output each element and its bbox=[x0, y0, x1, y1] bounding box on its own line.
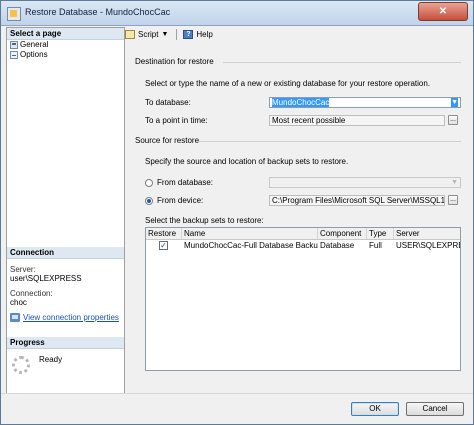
column-header-type[interactable]: Type bbox=[367, 228, 394, 239]
options-page-icon bbox=[10, 51, 18, 59]
destination-group-divider bbox=[223, 62, 461, 63]
restore-checkbox[interactable]: ✓ bbox=[159, 241, 168, 250]
chevron-down-icon: ▼ bbox=[451, 98, 458, 107]
column-header-name[interactable]: Name bbox=[182, 228, 318, 239]
help-button[interactable]: ? Help bbox=[183, 29, 213, 39]
sidebar-item-options[interactable]: Options bbox=[7, 50, 124, 60]
from-device-radio[interactable] bbox=[145, 197, 153, 205]
sidebar-item-general[interactable]: General bbox=[7, 40, 124, 50]
progress-spinner-icon bbox=[12, 356, 30, 374]
from-device-field: C:\Program Files\Microsoft SQL Server\MS… bbox=[269, 195, 445, 206]
backup-sets-label: Select the backup sets to restore: bbox=[145, 216, 264, 225]
row-component: Database bbox=[320, 241, 355, 250]
connection-properties-icon bbox=[10, 313, 20, 322]
sidebar-item-label: Options bbox=[20, 50, 48, 59]
help-icon: ? bbox=[183, 29, 194, 39]
destination-description: Select or type the name of a new or exis… bbox=[145, 79, 431, 88]
source-group-divider bbox=[197, 141, 461, 142]
window-title: Restore Database - MundoChocCac bbox=[25, 7, 171, 17]
from-device-value: C:\Program Files\Microsoft SQL Server\MS… bbox=[272, 196, 445, 205]
title-bar[interactable]: Restore Database - MundoChocCac ✕ bbox=[1, 1, 473, 26]
close-button[interactable]: ✕ bbox=[418, 2, 468, 21]
backup-sets-grid[interactable]: Restore Name Component Type Server ✓ Mun… bbox=[145, 227, 461, 371]
progress-section: Progress Ready bbox=[7, 337, 124, 389]
to-database-label: To database: bbox=[145, 98, 191, 107]
script-icon bbox=[125, 29, 135, 39]
server-label: Server: bbox=[10, 265, 36, 274]
cancel-button[interactable]: Cancel bbox=[406, 402, 464, 416]
column-header-component[interactable]: Component bbox=[318, 228, 367, 239]
source-description: Specify the source and location of backu… bbox=[145, 157, 349, 166]
script-label: Script bbox=[138, 29, 159, 39]
row-name: MundoChocCac-Full Database Backup bbox=[184, 241, 318, 250]
point-in-time-value: Most recent possible bbox=[272, 116, 346, 125]
to-database-value: MundoChocCac bbox=[272, 98, 330, 107]
toolbar: Script ▼ ? Help bbox=[125, 27, 468, 41]
column-header-restore[interactable]: Restore bbox=[146, 228, 182, 239]
general-page-icon bbox=[10, 41, 18, 49]
select-page-header: Select a page bbox=[7, 28, 124, 40]
dialog-footer: OK Cancel bbox=[1, 393, 473, 424]
connection-section: Connection Server: user\SQLEXPRESS Conne… bbox=[7, 247, 124, 328]
to-database-combo[interactable]: MundoChocCac ▼ bbox=[269, 97, 461, 108]
chevron-down-icon: ▼ bbox=[451, 179, 458, 186]
point-in-time-field: Most recent possible bbox=[269, 115, 445, 126]
sidebar-item-label: General bbox=[20, 40, 49, 49]
script-button[interactable]: Script ▼ bbox=[125, 29, 168, 39]
row-server: USER\SQLEXPRESS bbox=[396, 241, 460, 250]
from-device-browse-button[interactable]: ... bbox=[448, 195, 458, 205]
from-database-radio[interactable] bbox=[145, 179, 153, 187]
connection-header: Connection bbox=[7, 247, 124, 259]
grid-header: Restore Name Component Type Server bbox=[146, 228, 460, 240]
from-database-combo[interactable]: ▼ bbox=[269, 177, 461, 188]
chevron-down-icon[interactable]: ▼ bbox=[161, 31, 168, 38]
server-value: user\SQLEXPRESS bbox=[10, 274, 82, 283]
progress-status: Ready bbox=[39, 355, 63, 364]
point-in-time-browse-button[interactable]: ... bbox=[448, 115, 458, 125]
checkmark-icon: ✓ bbox=[160, 241, 167, 250]
connection-label: Connection: bbox=[10, 289, 53, 298]
row-type: Full bbox=[369, 241, 382, 250]
view-connection-properties-link[interactable]: View connection properties bbox=[10, 313, 121, 322]
destination-group-label: Destination for restore bbox=[135, 57, 214, 66]
point-in-time-label: To a point in time: bbox=[145, 116, 208, 125]
table-row[interactable]: ✓ MundoChocCac-Full Database Backup Data… bbox=[146, 240, 460, 251]
restore-database-window: Restore Database - MundoChocCac ✕ Select… bbox=[0, 0, 474, 425]
column-header-server[interactable]: Server bbox=[394, 228, 460, 239]
ok-button[interactable]: OK bbox=[351, 402, 399, 416]
source-group-label: Source for restore bbox=[135, 136, 200, 145]
toolbar-separator bbox=[176, 28, 178, 40]
connection-value: choc bbox=[10, 298, 27, 307]
left-sidebar: Select a page General Options Connection… bbox=[6, 27, 125, 407]
close-icon: ✕ bbox=[438, 6, 448, 17]
help-label: Help bbox=[196, 29, 213, 39]
restore-app-icon bbox=[7, 7, 21, 21]
from-device-label[interactable]: From device: bbox=[157, 196, 203, 205]
progress-header: Progress bbox=[7, 337, 124, 349]
view-connection-properties-text: View connection properties bbox=[23, 313, 119, 322]
from-database-label[interactable]: From database: bbox=[157, 178, 213, 187]
